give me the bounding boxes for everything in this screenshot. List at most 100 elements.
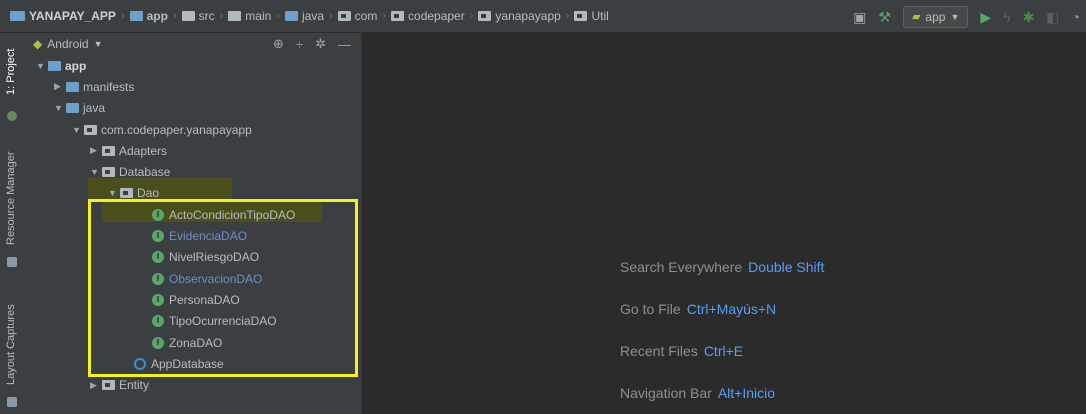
expand-arrow-icon[interactable]: ▼ [36, 61, 48, 71]
tree-node-dao-item[interactable]: I ObservacionDAO [24, 268, 361, 289]
breadcrumb-app[interactable]: app [129, 9, 168, 23]
android-icon: ▰ [911, 11, 921, 23]
interface-icon: I [152, 208, 164, 221]
tree-node-manifests[interactable]: ▶ manifests [24, 76, 361, 97]
collapse-arrow-icon[interactable]: ▶ [90, 380, 102, 391]
run-configuration-select[interactable]: ▰ app ▼ [902, 5, 969, 28]
abstract-class-icon [134, 357, 146, 370]
chevron-right-icon: › [276, 10, 280, 22]
tree-node-dao-item[interactable]: I ZonaDAO [24, 332, 361, 353]
expand-arrow-icon[interactable]: ▼ [108, 188, 120, 198]
expand-arrow-icon[interactable]: ▼ [72, 125, 84, 135]
hide-icon[interactable]: — [338, 37, 351, 52]
debug-icon[interactable]: ✱ [1023, 10, 1035, 24]
layout-captures-icon [7, 397, 17, 407]
project-tree: ▼ app ▶ manifests ▼ java ▼ com.codepaper… [24, 55, 361, 396]
chevron-right-icon: › [120, 10, 125, 22]
tree-node-app[interactable]: ▼ app [24, 55, 361, 76]
chevron-right-icon: › [565, 10, 570, 22]
package-icon [102, 167, 115, 178]
package-icon [84, 124, 97, 135]
package-icon [391, 11, 405, 21]
hint-go-to-file: Go to File Ctrl+Mayús+N [620, 301, 777, 317]
tree-node-dao-item[interactable]: I TipoOcurrenciaDAO [24, 311, 361, 332]
source-folder-icon [66, 103, 79, 114]
device-icon[interactable]: ▣ [853, 10, 866, 24]
breadcrumb-util[interactable]: Util [574, 9, 609, 23]
layout-captures-tab[interactable]: Layout Captures [5, 304, 17, 385]
breadcrumb-java[interactable]: java [284, 9, 324, 23]
hint-recent-files: Recent Files Ctrl+E [620, 343, 744, 359]
tree-node-package[interactable]: ▼ com.codepaper.yanapayapp [24, 119, 361, 140]
package-icon [102, 380, 115, 391]
breadcrumb-yanapayapp[interactable]: yanapayapp [478, 9, 561, 23]
package-icon [574, 11, 588, 21]
hammer-icon[interactable]: ⚒ [878, 10, 891, 24]
expand-arrow-icon[interactable]: ▼ [90, 167, 102, 177]
project-view-select[interactable]: Android ▼ [47, 37, 102, 51]
tree-node-dao-item[interactable]: I PersonaDAO [24, 289, 361, 310]
expand-arrow-icon[interactable]: ▼ [54, 103, 66, 113]
module-folder-icon [48, 60, 61, 71]
apply-changes-icon[interactable]: ϟ [1003, 10, 1010, 24]
folder-icon [228, 11, 242, 21]
package-icon [337, 11, 351, 21]
folder-icon [66, 81, 79, 92]
source-folder-icon [284, 11, 298, 21]
android-studio-icon [7, 111, 17, 121]
navigation-bar: YANAPAY_APP › app › src › main › java › … [0, 0, 1086, 33]
chevron-right-icon: › [172, 10, 177, 22]
collapse-all-icon[interactable]: ÷ [296, 37, 303, 52]
project-tool-tab[interactable]: 1: Project [5, 49, 17, 95]
hint-navigation-bar: Navigation Bar Alt+Inicio [620, 385, 776, 401]
module-folder-icon [129, 11, 143, 21]
resource-manager-icon [7, 257, 17, 267]
breadcrumb-codepaper[interactable]: codepaper [391, 9, 465, 23]
project-folder-icon [10, 11, 25, 21]
collapse-arrow-icon[interactable]: ▶ [90, 145, 102, 156]
tree-node-dao-item[interactable]: I ActoCondicionTipoDAO [24, 204, 361, 225]
profile-icon[interactable]: ◧ [1046, 10, 1059, 24]
chevron-right-icon: › [469, 10, 474, 22]
interface-icon: I [152, 293, 164, 306]
dropdown-icon: ▼ [93, 39, 103, 49]
attach-icon[interactable]: ◔ [1072, 10, 1080, 24]
tool-window-strip: 1: Project Resource Manager Layout Captu… [0, 33, 25, 414]
interface-icon: I [152, 315, 164, 328]
folder-icon [181, 11, 195, 21]
breadcrumb-main[interactable]: main [228, 9, 271, 23]
android-icon: ◆ [33, 37, 43, 51]
chevron-right-icon: › [329, 10, 333, 22]
tree-node-appdatabase[interactable]: AppDatabase [24, 353, 361, 374]
interface-icon: I [152, 336, 164, 349]
interface-icon: I [152, 251, 164, 264]
dropdown-icon: ▼ [950, 11, 960, 22]
run-icon[interactable]: ▶ [980, 10, 991, 24]
tree-node-dao[interactable]: ▼ Dao [24, 183, 361, 204]
interface-icon: I [152, 230, 164, 243]
tree-node-database[interactable]: ▼ Database [24, 161, 361, 182]
project-panel: ◆ Android ▼ ⊕ ÷ ✲ — ▼ app ▶ manifests ▼ … [24, 33, 362, 414]
tree-node-dao-item[interactable]: I EvidenciaDAO [24, 225, 361, 246]
breadcrumb-src[interactable]: src [181, 9, 215, 23]
package-icon [478, 11, 492, 21]
editor-empty-area: Search Everywhere Double Shift Go to File… [362, 33, 1086, 414]
tree-node-entity[interactable]: ▶ Entity [24, 374, 361, 395]
chevron-right-icon: › [219, 10, 224, 22]
package-icon [120, 188, 133, 199]
chevron-right-icon: › [382, 10, 387, 22]
hint-search-everywhere: Search Everywhere Double Shift [620, 259, 825, 275]
breadcrumb-com[interactable]: com [337, 9, 377, 23]
tree-node-dao-item[interactable]: I NivelRiesgoDAO [24, 247, 361, 268]
gear-icon[interactable]: ✲ [315, 36, 326, 52]
interface-icon: I [152, 272, 164, 285]
breadcrumb-project[interactable]: YANAPAY_APP [10, 9, 116, 23]
tree-node-java[interactable]: ▼ java [24, 98, 361, 119]
locate-icon[interactable]: ⊕ [273, 36, 284, 52]
panel-header-icons: ⊕ ÷ ✲ — [273, 33, 351, 55]
resource-manager-tab[interactable]: Resource Manager [5, 151, 17, 245]
tree-node-adapters[interactable]: ▶ Adapters [24, 140, 361, 161]
collapse-arrow-icon[interactable]: ▶ [54, 81, 66, 92]
project-panel-header: ◆ Android ▼ ⊕ ÷ ✲ — [24, 33, 361, 55]
package-icon [102, 145, 115, 156]
